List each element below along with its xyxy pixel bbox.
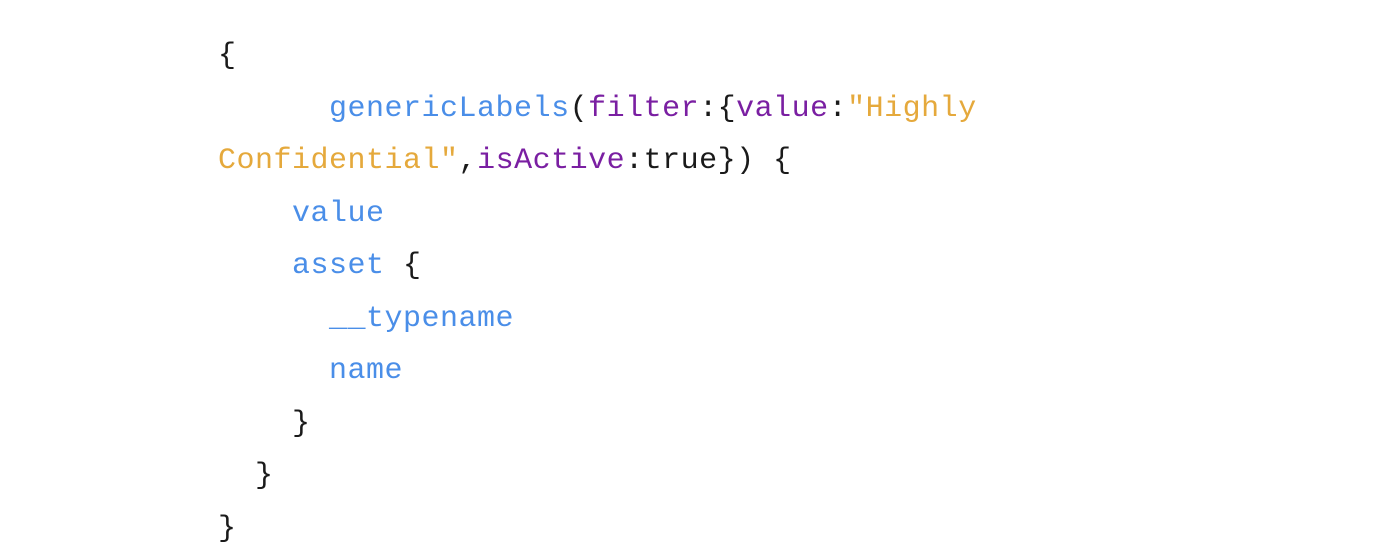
punct-close-args: }) { xyxy=(718,144,792,178)
field-asset: asset xyxy=(292,249,385,283)
bool-true: true xyxy=(644,144,718,178)
punct-paren-open: ( xyxy=(570,92,589,126)
punct-colon-brace: :{ xyxy=(699,92,736,126)
field-name: name xyxy=(329,354,403,388)
punct-close-brace-inner: } xyxy=(218,407,311,441)
string-highly: "Highly xyxy=(847,92,995,126)
field-value: value xyxy=(292,197,385,231)
field-genericLabels: genericLabels xyxy=(329,92,570,126)
punct-open-brace: { xyxy=(218,39,237,73)
string-confidential: Confidential" xyxy=(218,144,459,178)
punct-open-brace-2: { xyxy=(385,249,422,283)
indent xyxy=(218,92,329,126)
punct-close-brace-outer: } xyxy=(218,512,237,546)
punct-close-brace-mid: } xyxy=(218,459,274,493)
punct-colon: : xyxy=(829,92,848,126)
arg-value: value xyxy=(736,92,829,126)
indent-4 xyxy=(218,302,329,336)
indent-2 xyxy=(218,197,292,231)
punct-comma: , xyxy=(459,144,478,178)
field-typename: __typename xyxy=(329,302,514,336)
arg-filter: filter xyxy=(588,92,699,126)
code-block: { genericLabels(filter:{value:"Highly Co… xyxy=(218,30,1386,555)
indent-5 xyxy=(218,354,329,388)
arg-isActive: isActive xyxy=(477,144,625,178)
punct-colon-2: : xyxy=(625,144,644,178)
indent-3 xyxy=(218,249,292,283)
